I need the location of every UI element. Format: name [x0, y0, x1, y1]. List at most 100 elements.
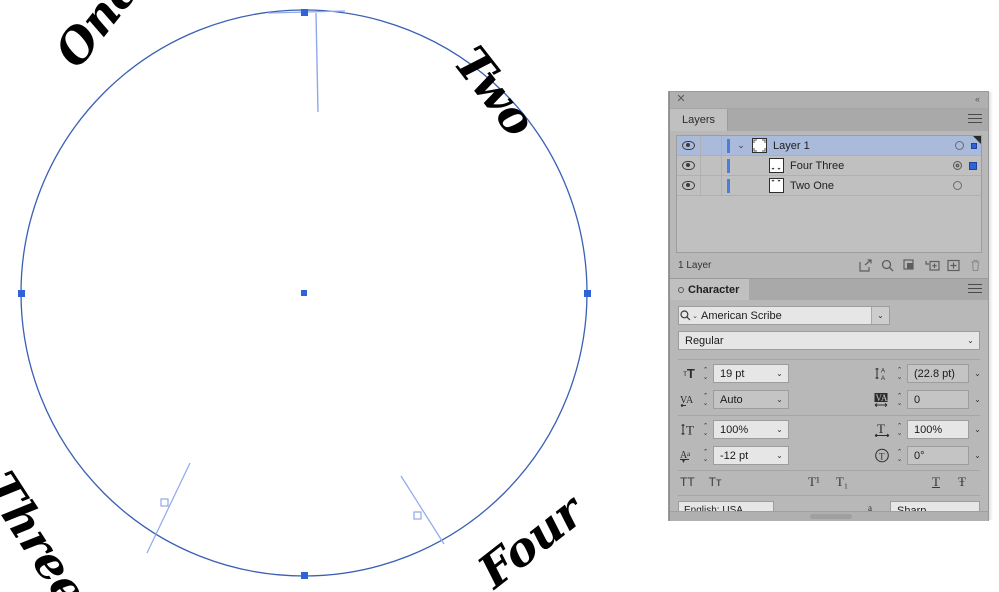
type-bracket-three [146, 462, 191, 554]
font-size-dropdown-icon[interactable]: ⌄ [771, 365, 788, 382]
eye-icon [682, 181, 695, 190]
delete-selection-icon[interactable] [969, 259, 982, 272]
locate-object-icon[interactable] [859, 258, 872, 272]
layer-color-bar [727, 158, 730, 173]
anchor-left [18, 290, 25, 297]
artboard-canvas[interactable]: One Two Three Four [0, 0, 669, 592]
layer-thumbnail[interactable] [769, 158, 784, 173]
character-rotation-row: T ⌃ ⌄ 0° ⌄ [872, 446, 986, 465]
horizontal-scale-dropdown-icon[interactable]: ⌄ [969, 425, 986, 434]
kerning-stepper[interactable]: ⌃ ⌄ [700, 391, 711, 408]
font-size-stepper[interactable]: ⌃ ⌄ [700, 365, 711, 382]
layer-thumbnail[interactable] [752, 138, 767, 153]
eye-icon [682, 141, 695, 150]
panel-collapse-dot-icon [678, 286, 684, 293]
baseline-shift-field[interactable]: -12 pt ⌄ [713, 446, 789, 465]
horizontal-scale-stepper[interactable]: ⌃ ⌄ [894, 421, 905, 438]
layer-lock-toggle[interactable] [701, 176, 722, 195]
leading-field[interactable]: (22.8 pt) [907, 364, 969, 383]
layer-lock-toggle[interactable] [701, 136, 722, 155]
kerning-value: Auto [720, 393, 743, 406]
underline-button[interactable]: T [932, 474, 940, 490]
layer-thumbnail[interactable] [769, 178, 784, 193]
font-size-icon: тT [683, 366, 695, 381]
kerning-field[interactable]: Auto ⌄ [713, 390, 789, 409]
row-corner-marker [973, 136, 981, 144]
font-style-dropdown-icon[interactable]: ⌄ [962, 332, 979, 349]
vertical-scale-field[interactable]: 100% ⌄ [713, 420, 789, 439]
selection-indicator[interactable] [969, 161, 977, 170]
type-start-bracket [315, 12, 319, 113]
target-indicator[interactable] [955, 141, 964, 150]
superscript-button[interactable]: T¹ [808, 474, 820, 490]
tracking-dropdown-icon[interactable]: ⌄ [969, 395, 986, 404]
baseline-shift-stepper[interactable]: ⌃ ⌄ [700, 447, 711, 464]
horizontal-scrollbar[interactable] [670, 511, 988, 521]
tab-character[interactable]: Character [670, 279, 750, 300]
leading-icon: A A [872, 365, 894, 383]
type-bracket-four [400, 475, 445, 545]
svg-text:VA: VA [876, 393, 888, 403]
svg-text:T: T [686, 423, 694, 438]
tab-character-label: Character [688, 283, 740, 296]
tab-layers[interactable]: Layers [670, 109, 729, 131]
strikethrough-button[interactable]: Ŧ [958, 474, 966, 490]
layers-footer-icons [859, 255, 982, 275]
layer-visibility-toggle[interactable] [677, 136, 701, 155]
vertical-scale-stepper[interactable]: ⌃ ⌄ [700, 421, 711, 438]
all-caps-button[interactable]: TT [680, 475, 695, 489]
baseline-shift-dropdown-icon[interactable]: ⌄ [771, 447, 788, 464]
layer-name-label: Four Three [790, 159, 845, 172]
font-style-field[interactable]: Regular ⌄ [678, 331, 980, 350]
scrollbar-thumb[interactable] [810, 514, 852, 519]
horizontal-scale-row: T ⌃ ⌄ 100% ⌄ [872, 420, 986, 439]
layers-panel-footer: 1 Layer [676, 255, 982, 275]
layer-visibility-toggle[interactable] [677, 156, 701, 175]
make-clipping-mask-icon[interactable] [903, 258, 916, 272]
leading-stepper[interactable]: ⌃ ⌄ [894, 365, 905, 382]
table-row[interactable]: Two One [677, 176, 981, 196]
leading-dropdown-icon[interactable]: ⌄ [969, 369, 986, 378]
panel-dock: ✕ ‹‹ Layers ⌄ Layer 1 Four Three Two One… [669, 92, 988, 521]
chevron-down-icon[interactable]: ⌄ [733, 140, 749, 151]
layer-lock-toggle[interactable] [701, 156, 722, 175]
target-indicator[interactable] [953, 161, 962, 170]
collapse-panel-icon[interactable]: ‹‹ [971, 93, 983, 105]
table-row[interactable]: ⌄ Layer 1 [677, 136, 981, 156]
layer-row-controls [953, 156, 977, 175]
layer-visibility-toggle[interactable] [677, 176, 701, 195]
target-indicator[interactable] [953, 181, 962, 190]
small-caps-button[interactable]: Tт [709, 475, 722, 489]
layer-name-label: Layer 1 [773, 139, 810, 152]
baseline-shift-row: A a ⌃ ⌄ -12 pt ⌄ [678, 446, 789, 465]
tracking-stepper[interactable]: ⌃ ⌄ [894, 391, 905, 408]
selection-indicator [969, 182, 977, 190]
table-row[interactable]: Four Three [677, 156, 981, 176]
search-icon[interactable] [881, 259, 894, 272]
horizontal-scale-field[interactable]: 100% [907, 420, 969, 439]
anchor-right [584, 290, 591, 297]
font-size-field[interactable]: 19 pt ⌄ [713, 364, 789, 383]
font-size-row: тT ⌃ ⌄ 19 pt ⌄ [678, 364, 789, 383]
eye-icon [682, 161, 695, 170]
bracket-handle-three [160, 498, 169, 507]
vertical-scale-dropdown-icon[interactable]: ⌄ [771, 421, 788, 438]
layers-panel-menu-icon[interactable] [968, 114, 982, 126]
dock-titlebar: ✕ ‹‹ [670, 92, 988, 109]
character-rotation-field[interactable]: 0° [907, 446, 969, 465]
create-new-sublayer-icon[interactable] [925, 259, 940, 272]
tracking-field[interactable]: 0 [907, 390, 969, 409]
character-rotation-dropdown-icon[interactable]: ⌄ [969, 451, 986, 460]
character-panel-menu-icon[interactable] [968, 284, 982, 296]
create-new-layer-icon[interactable] [947, 259, 960, 272]
close-icon[interactable]: ✕ [675, 93, 687, 105]
tracking-icon: VA [872, 391, 894, 409]
character-rotation-stepper[interactable]: ⌃ ⌄ [894, 447, 905, 464]
layer-color-bar [727, 178, 730, 193]
kerning-dropdown-icon[interactable]: ⌄ [771, 391, 788, 408]
layers-list[interactable]: ⌄ Layer 1 Four Three Two One [676, 135, 982, 253]
subscript-button[interactable]: T₁ [836, 474, 848, 490]
font-family-dropdown-icon[interactable]: ⌄ [871, 307, 889, 324]
font-family-field[interactable]: ⌄ American Scribe ⌄ [678, 306, 890, 325]
vertical-scale-icon: T [678, 421, 700, 439]
